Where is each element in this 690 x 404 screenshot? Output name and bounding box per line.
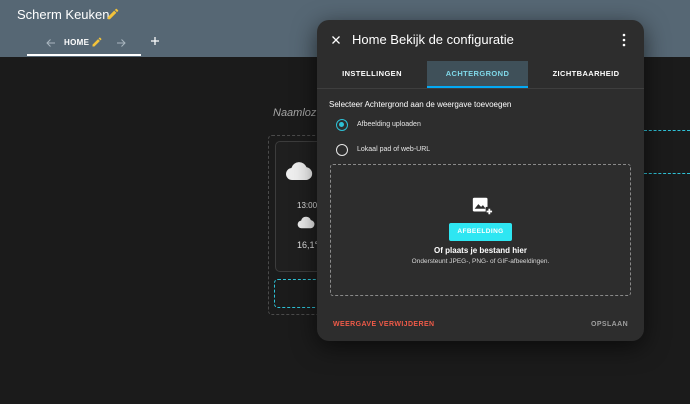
image-plus-icon	[471, 195, 493, 217]
radio-local-path-url[interactable]	[336, 144, 348, 156]
radio-upload-image[interactable]	[336, 119, 348, 131]
cloud-icon	[297, 216, 315, 229]
drop-area-border	[644, 173, 690, 174]
drop-area-border	[644, 130, 690, 131]
edit-view-pencil-icon[interactable]	[91, 36, 103, 48]
save-button[interactable]: OPSLAAN	[591, 321, 628, 328]
add-view-plus-icon[interactable]	[149, 35, 161, 47]
radio-upload-image-label[interactable]: Afbeelding uploaden	[357, 121, 421, 128]
delete-view-button[interactable]: WEERGAVE VERWIJDEREN	[333, 321, 434, 328]
tab-zichtbaarheid[interactable]: ZICHTBAARHEID	[528, 61, 644, 88]
edit-title-pencil-icon[interactable]	[106, 7, 120, 21]
app-title: Scherm Keuken	[17, 7, 110, 22]
background-section-label: Selecteer Achtergrond aan de weergave to…	[329, 100, 512, 109]
view-config-dialog: Home Bekijk de configuratie INSTELLINGEN…	[317, 20, 644, 341]
tab-instellingen[interactable]: INSTELLINGEN	[317, 61, 427, 88]
file-dropzone[interactable]: AFBEELDING Of plaats je bestand hier Ond…	[330, 164, 631, 296]
forecast-time: 13:00	[297, 201, 318, 210]
cloud-icon	[285, 160, 313, 182]
dropzone-hint: Ondersteunt JPEG-, PNG- of GIF-afbeeldin…	[411, 258, 550, 265]
active-tab-indicator	[27, 54, 141, 56]
arrow-right-icon[interactable]	[115, 37, 127, 49]
tab-achtergrond[interactable]: ACHTERGROND	[427, 61, 528, 88]
upload-image-button[interactable]: AFBEELDING	[449, 223, 512, 241]
view-tab-row: HOME	[0, 30, 320, 57]
dialog-tabs: INSTELLINGEN ACHTERGROND ZICHTBAARHEID	[317, 61, 644, 88]
dropzone-text: Of plaats je bestand hier	[434, 246, 527, 255]
close-icon[interactable]	[330, 34, 342, 46]
forecast-temperature: 16,1°	[297, 240, 319, 250]
more-vertical-icon[interactable]	[620, 33, 628, 47]
radio-local-path-url-label[interactable]: Lokaal pad of web-URL	[357, 146, 430, 153]
arrow-left-icon[interactable]	[45, 37, 57, 49]
tab-achtergrond-label: ACHTERGROND	[445, 69, 510, 78]
tab-home[interactable]: HOME	[64, 38, 89, 47]
tabs-divider	[317, 88, 644, 89]
background-view-title: Naamloz	[273, 107, 317, 119]
dialog-title: Home Bekijk de configuratie	[352, 32, 514, 47]
